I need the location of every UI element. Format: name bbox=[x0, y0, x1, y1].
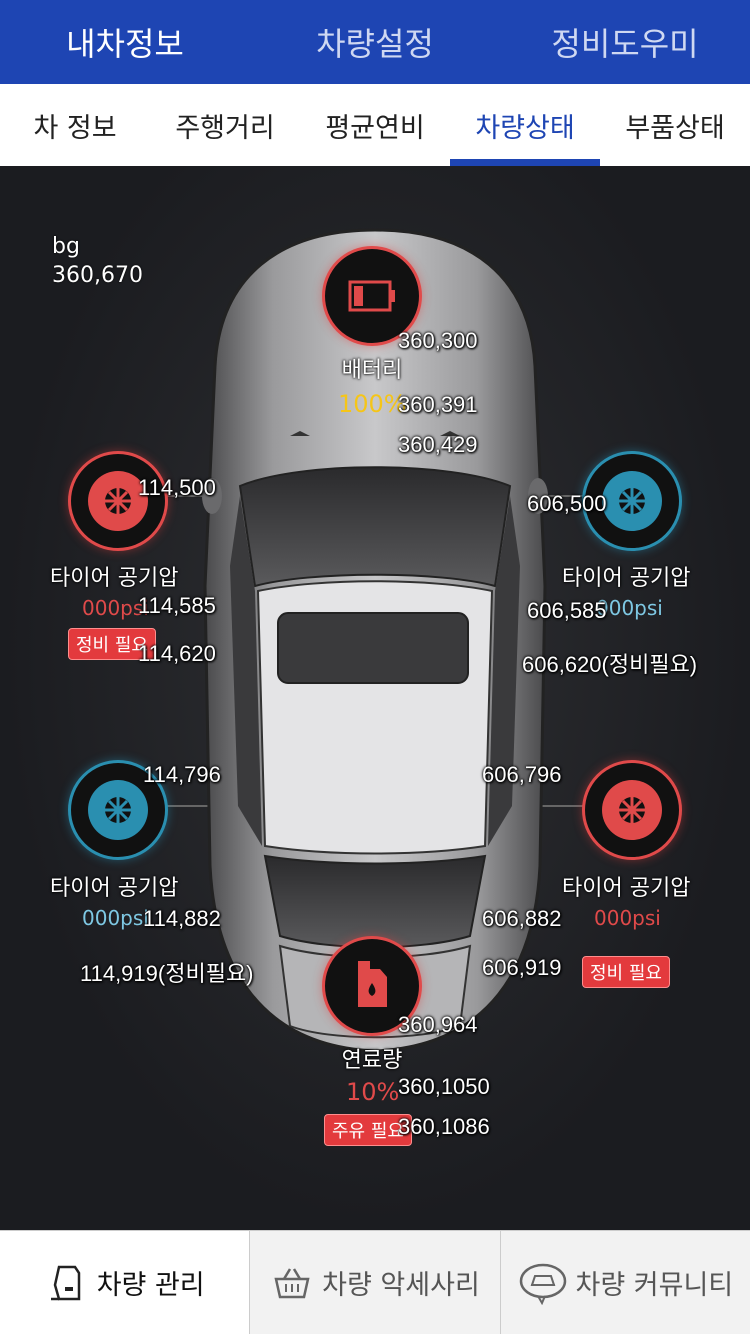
tire-front-left-indicator[interactable] bbox=[68, 451, 168, 551]
tire-rr-coord-1: 606,796 bbox=[482, 762, 562, 787]
tab-maintenance-helper[interactable]: 정비도우미 bbox=[500, 0, 750, 84]
footer-tab-label: 차량 악세사리 bbox=[322, 1270, 480, 1301]
tire-rr-coord-3: 606,919 bbox=[482, 955, 562, 980]
tire-fr-coord-1: 606,500 bbox=[527, 491, 607, 516]
footer-tab-community[interactable]: 차량 커뮤니티 bbox=[500, 1231, 750, 1334]
car-door-icon bbox=[50, 1265, 80, 1300]
tire-front-right-label: 타이어 공기압 bbox=[562, 566, 691, 591]
fuel-value: 10% bbox=[346, 1078, 400, 1106]
tire-icon bbox=[88, 471, 148, 531]
tire-icon bbox=[602, 780, 662, 840]
tire-rr-coord-2: 606,882 bbox=[482, 906, 562, 931]
footer-tab-accessories[interactable]: 차량 악세사리 bbox=[250, 1231, 501, 1334]
tire-fr-coord-2: 606,585 bbox=[527, 598, 607, 623]
tire-rear-right-badge: 정비 필요 bbox=[582, 956, 670, 988]
fuel-coord-3: 360,1086 bbox=[398, 1114, 490, 1139]
subtab-mileage[interactable]: 주행거리 bbox=[150, 84, 300, 166]
tire-rl-coord-1: 114,796 bbox=[143, 762, 221, 787]
tire-rear-left-label: 타이어 공기압 bbox=[50, 876, 179, 901]
vehicle-status-panel: bg 360,670 배터리 100% 타이어 공기압 000psi 정비 필요… bbox=[0, 166, 750, 1230]
battery-coord-3: 360,429 bbox=[398, 432, 478, 457]
top-nav: 내차정보 차량설정 정비도우미 bbox=[0, 0, 750, 84]
tire-fl-coord-3: 114,620 bbox=[138, 641, 216, 666]
tab-vehicle-settings[interactable]: 차량설정 bbox=[250, 0, 500, 84]
tire-front-left-label: 타이어 공기압 bbox=[50, 566, 179, 591]
fuel-coord-1: 360,964 bbox=[398, 1012, 478, 1037]
tab-my-car-info[interactable]: 내차정보 bbox=[0, 0, 250, 84]
basket-icon bbox=[274, 1267, 310, 1298]
tire-fl-coord-1: 114,500 bbox=[138, 475, 216, 500]
footer-tab-label: 차량 관리 bbox=[96, 1270, 205, 1301]
tire-rear-left-value: 000psi bbox=[82, 906, 149, 930]
tire-rear-right-indicator[interactable] bbox=[582, 760, 682, 860]
bg-label: bg 360,670 bbox=[52, 234, 143, 288]
subtab-vehicle-status[interactable]: 차량상태 bbox=[450, 84, 600, 166]
car-chat-icon bbox=[519, 1263, 566, 1305]
footer-tab-label: 차량 커뮤니티 bbox=[575, 1270, 734, 1301]
sub-nav: 차 정보 주행거리 평균연비 차량상태 부품상태 bbox=[0, 84, 750, 166]
battery-label: 배터리 bbox=[341, 358, 403, 383]
subtab-car-info[interactable]: 차 정보 bbox=[0, 84, 150, 166]
battery-coord-2: 360,391 bbox=[398, 392, 478, 417]
bottom-nav: 차량 관리 차량 악세사리 차량 커뮤니티 bbox=[0, 1230, 750, 1334]
subtab-fuel-efficiency[interactable]: 평균연비 bbox=[300, 84, 450, 166]
battery-coord-1: 360,300 bbox=[398, 328, 478, 353]
tire-rear-right-label: 타이어 공기압 bbox=[562, 876, 691, 901]
footer-tab-vehicle-management[interactable]: 차량 관리 bbox=[0, 1231, 251, 1334]
fuel-label: 연료량 bbox=[341, 1048, 403, 1073]
tire-rear-right-value: 000psi bbox=[594, 906, 661, 930]
fuel-coord-2: 360,1050 bbox=[398, 1074, 490, 1099]
subtab-parts-status[interactable]: 부품상태 bbox=[600, 84, 750, 166]
tire-fr-coord-3: 606,620(정비필요) bbox=[522, 652, 698, 677]
tire-rl-coord-2: 114,882 bbox=[143, 906, 221, 931]
tire-rl-coord-3: 114,919(정비필요) bbox=[80, 961, 254, 986]
battery-value: 100% bbox=[338, 390, 407, 418]
tire-fl-coord-2: 114,585 bbox=[138, 593, 216, 618]
